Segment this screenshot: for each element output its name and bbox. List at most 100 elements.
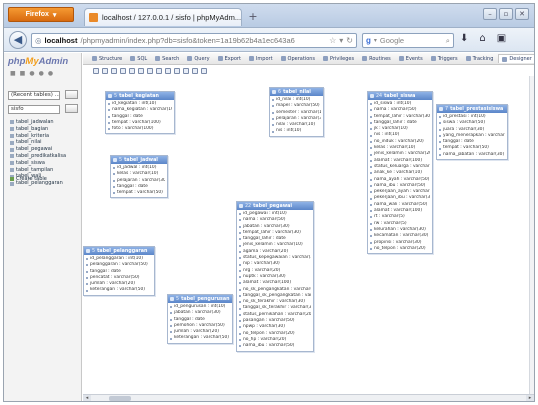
firefox-menu-button[interactable]: Firefox ▾ — [8, 7, 74, 22]
designer-table-header[interactable]: 5 tabel_jadwal — [111, 156, 167, 164]
reload-icon[interactable]: ↻ — [346, 36, 353, 45]
browser-tab[interactable]: localhost / 127.0.0.1 / sisfo | phpMyAdm… — [84, 8, 242, 26]
tab-structure[interactable]: Structure — [89, 55, 125, 63]
tab-tracking[interactable]: Tracking — [463, 55, 497, 63]
table-list-item[interactable]: tabel_pegawai — [10, 146, 66, 153]
build-query-icon[interactable] — [183, 67, 189, 74]
pin-text-icon[interactable] — [201, 67, 207, 74]
create-table-link[interactable]: Create table — [10, 176, 47, 182]
export-schema-icon[interactable] — [174, 67, 180, 74]
phpmyadmin-logo[interactable]: phpMyAdmin — [8, 56, 68, 67]
tab-import[interactable]: Import — [246, 55, 276, 63]
designer-table-header[interactable]: 24 tabel_siswa — [368, 92, 432, 100]
search-icon[interactable]: ⌕ — [446, 36, 450, 46]
tab-query[interactable]: Query — [184, 55, 212, 63]
designer-table-header[interactable]: 5 tabel_kegiatan — [106, 92, 174, 100]
snap-to-grid-icon[interactable] — [147, 67, 153, 74]
designer-column-list: id_pelanggaran : int(10) pelanggaran : v… — [84, 255, 154, 295]
operations-icon — [280, 56, 286, 61]
table-list-item[interactable]: tabel_tampilan — [10, 167, 66, 174]
show-hide-tables-icon[interactable] — [93, 67, 99, 74]
designer-table-header[interactable]: 5 tabel_pelanggaran — [84, 247, 154, 255]
designer-column[interactable]: foto : varchar(100) — [108, 126, 172, 132]
table-list-item[interactable]: tabel_siswa — [10, 160, 66, 167]
recent-tables-go-button[interactable] — [65, 90, 78, 99]
table-icon — [272, 90, 276, 94]
home-icon[interactable]: ⌂ — [479, 33, 485, 44]
angular-links-icon[interactable] — [138, 67, 144, 74]
maximize-button[interactable]: ▫ — [499, 8, 513, 20]
scroll-left-arrow-icon[interactable]: ◂ — [83, 395, 91, 401]
database-go-button[interactable] — [65, 104, 78, 113]
structure-icon — [92, 56, 97, 61]
database-select[interactable]: sisfo — [8, 105, 60, 114]
help-icon[interactable]: ● — [29, 70, 34, 77]
tab-events[interactable]: Events — [396, 55, 426, 63]
tab-operations[interactable]: Operations — [278, 55, 319, 63]
designer-column[interactable]: keterangan : varchar(50) — [86, 287, 152, 293]
menu-icon[interactable]: ▣ — [497, 33, 506, 44]
table-list-item[interactable]: tabel_bagian — [10, 126, 66, 133]
designer-table-header[interactable]: 22 tabel_pegawai — [237, 202, 313, 210]
navigation-bar: ◀ ◎ localhost/phpmyadmin/index.php?db=si… — [4, 28, 534, 52]
table-list-item[interactable]: tabel_kriteria — [10, 133, 66, 140]
help-icon[interactable] — [129, 67, 135, 74]
vertical-scrollbar[interactable] — [529, 76, 534, 394]
bookmark-star-icon[interactable]: ☆ — [329, 36, 336, 45]
save-position-icon[interactable] — [102, 67, 108, 74]
table-list-item[interactable]: tabel_predikatkalisa — [10, 153, 66, 160]
tab-sql[interactable]: SQL — [127, 55, 150, 63]
designer-table-box[interactable]: 22 tabel_pegawai id_pegawai : int(10) nam… — [236, 201, 314, 352]
designer-column[interactable]: no_telpon : varchar(20) — [370, 246, 430, 252]
toggle-small-big-icon[interactable] — [165, 67, 171, 74]
tab-export[interactable]: Export — [215, 55, 244, 63]
designer-column[interactable]: keterangan : varchar(50) — [170, 335, 230, 341]
designer-table-box[interactable]: 5 tabel_jadwal id_jadwal : int(10) kelas … — [110, 155, 168, 199]
move-menu-icon[interactable] — [192, 67, 198, 74]
designer-table-header[interactable]: 7 tabel_prestasisiswa — [437, 105, 507, 113]
designer-table-box[interactable]: 6 tabel_nilai id_nilai : int(10) mapel : … — [269, 87, 324, 137]
designer-table-box[interactable]: 24 tabel_siswa id_siswa : int(10) nama : … — [367, 91, 433, 255]
close-button[interactable]: ✕ — [515, 8, 529, 20]
back-button[interactable]: ◀ — [9, 31, 27, 49]
designer-table-box[interactable]: 7 tabel_prestasisiswa id_prestasi : int(1… — [436, 104, 508, 161]
designer-table-box[interactable]: 5 tabel_pengurusan id_pengurusan : int(10… — [167, 294, 233, 344]
reload-icon[interactable] — [120, 67, 126, 74]
tab-designer[interactable]: Designer — [498, 54, 534, 63]
table-icon — [10, 154, 14, 159]
designer-table-box[interactable]: 5 tabel_pelanggaran id_pelanggaran : int(… — [83, 246, 155, 296]
designer-table-header[interactable]: 6 tabel_nilai — [270, 88, 323, 96]
new-tab-button[interactable]: + — [246, 10, 260, 24]
settings-icon[interactable]: ● — [48, 70, 53, 77]
privileges-icon — [323, 56, 329, 61]
tab-routines[interactable]: Routines — [359, 55, 394, 63]
url-bar[interactable]: ◎ localhost/phpmyadmin/index.php?db=sisf… — [31, 33, 357, 48]
tab-privileges[interactable]: Privileges — [320, 55, 357, 63]
home-icon[interactable]: ■ — [10, 70, 16, 77]
tab-triggers[interactable]: Triggers — [428, 55, 461, 63]
download-icon[interactable]: ⬇ — [460, 33, 468, 44]
minimize-button[interactable]: – — [483, 8, 497, 20]
search-bar[interactable]: g ▾ Google ⌕ — [362, 33, 454, 48]
designer-column[interactable]: nama_jabatan : varchar(30) — [439, 152, 505, 158]
docs-icon[interactable]: ● — [39, 70, 44, 77]
table-icon — [10, 140, 14, 145]
designer-column[interactable]: tempat : varchar(50) — [113, 190, 165, 196]
logout-icon[interactable]: ■ — [20, 70, 26, 77]
tab-search[interactable]: Search — [152, 55, 182, 63]
scroll-right-arrow-icon[interactable]: ▸ — [526, 395, 534, 401]
scroll-thumb[interactable] — [109, 396, 131, 401]
small-big-all-icon[interactable] — [156, 67, 162, 74]
logo-admin: Admin — [38, 56, 69, 67]
table-list-item[interactable]: tabel_jadwalan — [10, 119, 66, 126]
designer-table-header[interactable]: 5 tabel_pengurusan — [168, 295, 232, 303]
create-relation-icon[interactable] — [111, 67, 117, 74]
designer-column[interactable]: nama_ibu : varchar(50) — [239, 343, 311, 349]
recent-tables-select[interactable]: (Recent tables) ... — [8, 91, 60, 100]
designer-table-box[interactable]: 5 tabel_kegiatan id_kegiatan : int(10) na… — [105, 91, 175, 135]
horizontal-scrollbar[interactable]: ◂ ▸ — [83, 394, 534, 401]
designer-canvas[interactable]: 5 tabel_kegiatan id_kegiatan : int(10) na… — [83, 76, 529, 394]
designer-column[interactable]: nis : int(10) — [272, 128, 321, 134]
dropdown-arrow-icon[interactable]: ▾ — [339, 36, 343, 45]
table-list-item[interactable]: tabel_nilai — [10, 139, 66, 146]
